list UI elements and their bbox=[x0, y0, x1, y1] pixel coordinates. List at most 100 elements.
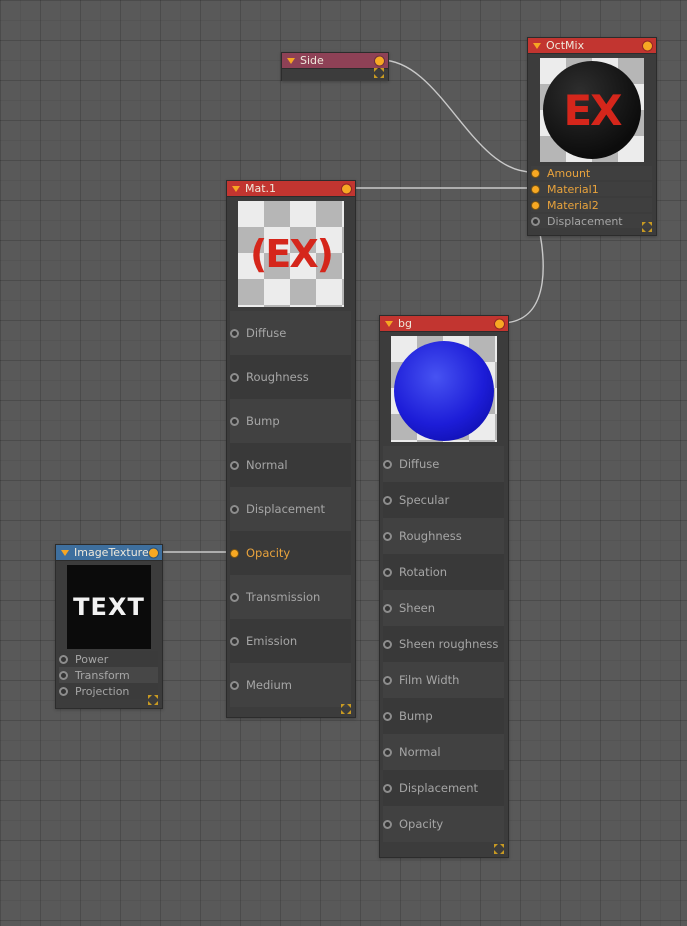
input-socket[interactable] bbox=[230, 372, 239, 382]
input-label: Normal bbox=[399, 745, 441, 759]
input-row-medium: Medium bbox=[230, 663, 351, 707]
input-socket[interactable] bbox=[230, 504, 239, 514]
input-socket[interactable] bbox=[383, 567, 392, 577]
node-preview-thumbnail: EX bbox=[528, 54, 656, 166]
input-socket[interactable] bbox=[383, 675, 392, 685]
input-row-normal: Normal bbox=[230, 443, 351, 487]
node-preview-thumbnail bbox=[380, 332, 508, 446]
input-row-bump: Bump bbox=[383, 698, 504, 734]
mat1-inputs: Diffuse Roughness Bump Normal Displacement Op… bbox=[227, 311, 355, 707]
input-row-diffuse: Diffuse bbox=[230, 311, 351, 355]
node-mat1[interactable]: Mat.1 (EX) Diffuse Roughness Bump Normal Dis… bbox=[226, 180, 356, 718]
bg-inputs: Diffuse Specular Roughness Rotation Sheen She… bbox=[380, 446, 508, 842]
input-row-material1: Material1 bbox=[531, 182, 652, 196]
resize-handle-icon[interactable] bbox=[494, 844, 504, 854]
input-label: Opacity bbox=[246, 546, 291, 560]
node-preview-thumbnail: TEXT bbox=[56, 561, 162, 651]
collapse-toggle-icon[interactable] bbox=[232, 185, 240, 192]
input-socket[interactable] bbox=[383, 639, 392, 649]
input-label: Normal bbox=[246, 458, 288, 472]
input-socket[interactable] bbox=[230, 680, 239, 690]
wire-side-to-octmix-amount[interactable] bbox=[380, 59, 533, 173]
input-row-displacement: Displacement bbox=[531, 214, 652, 228]
input-label: Emission bbox=[246, 634, 298, 648]
input-label: Specular bbox=[399, 493, 450, 507]
node-octmix[interactable]: OctMix EX Amount Material1 Material2 Displa… bbox=[527, 37, 657, 236]
resize-handle-icon[interactable] bbox=[341, 704, 351, 714]
input-socket[interactable] bbox=[230, 416, 239, 426]
node-bg-header[interactable]: bg bbox=[380, 316, 508, 332]
input-label: Sheen bbox=[399, 601, 436, 615]
input-label: Opacity bbox=[399, 817, 444, 831]
input-socket[interactable] bbox=[383, 495, 392, 505]
input-socket[interactable] bbox=[383, 603, 392, 613]
input-socket[interactable] bbox=[230, 328, 239, 338]
input-row-rotation: Rotation bbox=[383, 554, 504, 590]
resize-handle-icon[interactable] bbox=[642, 222, 652, 232]
input-label: Power bbox=[75, 652, 109, 666]
node-side-body bbox=[282, 68, 388, 81]
input-row-projection: Projection bbox=[59, 683, 158, 699]
collapse-toggle-icon[interactable] bbox=[61, 549, 69, 556]
input-socket[interactable] bbox=[383, 531, 392, 541]
node-octmix-header[interactable]: OctMix bbox=[528, 38, 656, 54]
input-socket[interactable] bbox=[383, 747, 392, 757]
input-label: Amount bbox=[547, 166, 591, 180]
input-socket[interactable] bbox=[383, 783, 392, 793]
collapse-toggle-icon[interactable] bbox=[533, 42, 541, 49]
node-side-header[interactable]: Side bbox=[282, 53, 388, 69]
input-socket[interactable] bbox=[59, 654, 68, 664]
node-imagetexture[interactable]: ImageTexture TEXT Power Transform Projecti… bbox=[55, 544, 163, 709]
output-socket[interactable] bbox=[375, 56, 384, 65]
input-socket[interactable] bbox=[59, 686, 68, 696]
preview-sphere bbox=[394, 341, 494, 441]
node-editor-canvas[interactable]: Side OctMix EX Amount Material1 Material2 D… bbox=[0, 0, 687, 926]
input-label: Medium bbox=[246, 678, 292, 692]
resize-handle-icon[interactable] bbox=[374, 68, 384, 78]
input-label: Diffuse bbox=[246, 326, 287, 340]
node-bg[interactable]: bg Diffuse Specular Roughness Rotation Sheen… bbox=[379, 315, 509, 858]
output-socket[interactable] bbox=[495, 319, 504, 328]
node-preview-thumbnail: (EX) bbox=[227, 197, 355, 311]
input-label: Rotation bbox=[399, 565, 448, 579]
input-socket[interactable] bbox=[383, 459, 392, 469]
input-socket[interactable] bbox=[230, 592, 239, 602]
output-socket[interactable] bbox=[643, 41, 652, 50]
input-label: Transform bbox=[75, 668, 130, 682]
input-row-diffuse: Diffuse bbox=[383, 446, 504, 482]
input-label: Material1 bbox=[547, 182, 599, 196]
input-socket[interactable] bbox=[230, 636, 239, 646]
input-row-transform: Transform bbox=[59, 667, 158, 683]
input-socket[interactable] bbox=[230, 460, 239, 470]
imagetexture-inputs: Power Transform Projection bbox=[56, 651, 162, 699]
input-row-opacity: Opacity bbox=[230, 531, 351, 575]
input-socket[interactable] bbox=[59, 670, 68, 680]
input-socket[interactable] bbox=[531, 216, 540, 226]
node-title: ImageTexture bbox=[74, 546, 149, 559]
input-label: Displacement bbox=[246, 502, 326, 516]
input-label: Roughness bbox=[399, 529, 462, 543]
input-label: Roughness bbox=[246, 370, 309, 384]
input-row-displacement: Displacement bbox=[383, 770, 504, 806]
node-imagetexture-header[interactable]: ImageTexture bbox=[56, 545, 162, 561]
input-socket[interactable] bbox=[531, 184, 540, 194]
input-row-film-width: Film Width bbox=[383, 662, 504, 698]
input-socket[interactable] bbox=[383, 819, 392, 829]
node-mat1-header[interactable]: Mat.1 bbox=[227, 181, 355, 197]
input-row-sheen: Sheen bbox=[383, 590, 504, 626]
input-label: Sheen roughness bbox=[399, 637, 499, 651]
input-row-emission: Emission bbox=[230, 619, 351, 663]
node-title: bg bbox=[398, 317, 412, 330]
input-row-transmission: Transmission bbox=[230, 575, 351, 619]
input-socket[interactable] bbox=[383, 711, 392, 721]
output-socket[interactable] bbox=[149, 548, 158, 557]
input-socket[interactable] bbox=[230, 548, 239, 558]
resize-handle-icon[interactable] bbox=[148, 695, 158, 705]
collapse-toggle-icon[interactable] bbox=[385, 320, 393, 327]
input-socket[interactable] bbox=[531, 168, 540, 178]
collapse-toggle-icon[interactable] bbox=[287, 57, 295, 64]
output-socket[interactable] bbox=[342, 184, 351, 193]
node-title: Side bbox=[300, 54, 324, 67]
input-socket[interactable] bbox=[531, 200, 540, 210]
node-side[interactable]: Side bbox=[281, 52, 389, 81]
